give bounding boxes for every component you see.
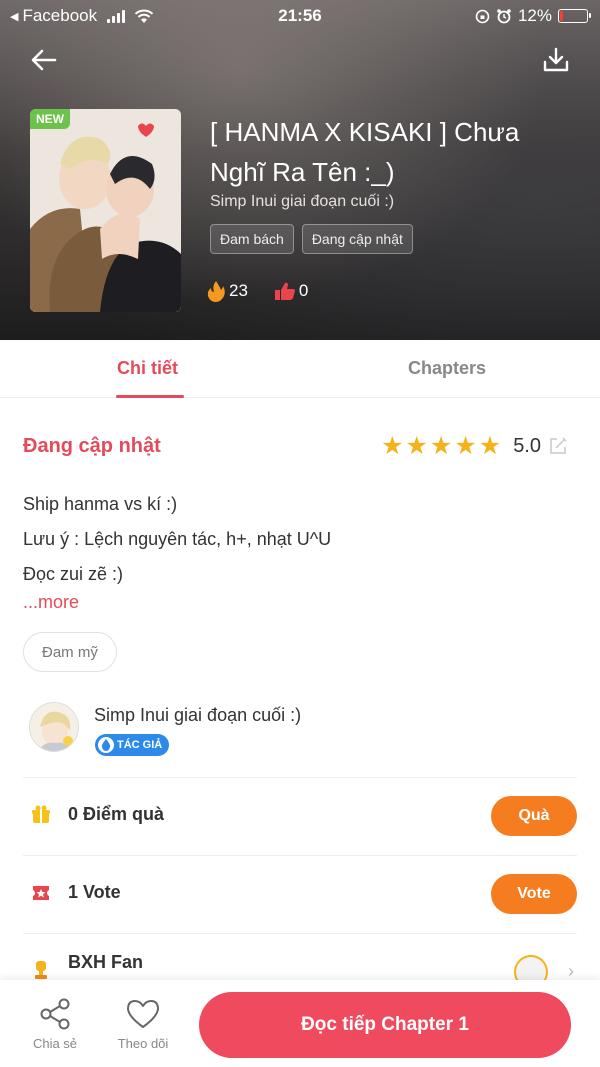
description-line: Đọc zui zẽ :) — [23, 564, 124, 584]
author-badge-label: TÁC GIẢ — [117, 739, 163, 751]
story-description: Ship hanma vs kí :) Lưu ý : Lệch nguyên … — [23, 487, 331, 592]
orientation-lock-icon — [475, 9, 490, 23]
trophy-icon — [35, 961, 47, 979]
bottom-action-bar: Chia sẻ Theo dõi Đọc tiếp Chapter 1 — [0, 980, 600, 1067]
new-badge: NEW — [30, 109, 70, 129]
rating[interactable]: ★ ★ ★ ★ ★ 5.0 — [381, 433, 568, 459]
follow-button[interactable]: Theo dõi — [112, 998, 174, 1051]
droplet-icon — [98, 737, 114, 753]
heart-icon — [127, 1000, 159, 1028]
star-icon: ★ — [381, 432, 404, 460]
battery-percent: 12% — [517, 6, 552, 25]
author-card[interactable]: Simp Inui giai đoạn cuối :) TÁC GIẢ — [0, 690, 600, 778]
gift-row: 0 Điểm quà Quà — [0, 777, 600, 855]
story-stats: 23 0 — [206, 280, 308, 302]
read-more-link[interactable]: ...more — [23, 592, 79, 613]
fire-icon — [207, 281, 225, 302]
gift-button[interactable]: Quà — [491, 796, 577, 836]
likes-count: 23 — [229, 281, 248, 300]
continue-reading-button[interactable]: Đọc tiếp Chapter 1 — [199, 992, 571, 1058]
tab-bar: Chi tiết Chapters — [0, 340, 600, 398]
divider — [23, 933, 577, 934]
rating-value: 5.0 — [513, 434, 541, 457]
cover-illustration — [30, 109, 181, 312]
tag-status[interactable]: Đang cập nhật — [301, 224, 413, 254]
status-bar: ◀ Facebook 21:56 12% — [0, 0, 600, 32]
dislikes-stat[interactable]: 0 — [274, 281, 308, 301]
fan-ranking-row[interactable]: BXH Fan › — [0, 935, 600, 989]
likes-stat[interactable]: 23 — [206, 280, 248, 302]
edit-rating-icon[interactable] — [548, 436, 568, 456]
star-icon: ★ — [454, 432, 477, 460]
story-title: [ HANMA X KISAKI ] Chưa Nghĩ Ra Tên :_) — [210, 117, 520, 187]
thumbs-down-icon — [274, 282, 295, 300]
description-line: Ship hanma vs kí :) — [23, 494, 178, 514]
vote-button[interactable]: Vote — [491, 874, 577, 914]
dislikes-count: 0 — [298, 281, 309, 300]
gift-icon — [32, 805, 50, 823]
share-button[interactable]: Chia sẻ — [28, 998, 82, 1051]
story-cover-image[interactable]: NEW — [30, 109, 181, 312]
battery-level — [560, 11, 563, 21]
avatar[interactable] — [29, 702, 79, 752]
alarm-icon — [497, 9, 511, 24]
gift-points-label: 0 Điểm quà — [68, 804, 165, 824]
story-header: ◀ Facebook 21:56 12% NEW [HANMA X KISAK… — [0, 0, 600, 340]
tab-details[interactable]: Chi tiết — [117, 358, 178, 379]
genre-chip[interactable]: Đam mỹ — [23, 632, 117, 672]
author-name[interactable]: Simp Inui giai đoạn cuối :) — [94, 705, 301, 726]
story-author[interactable]: Simp Inui giai đoạn cuối :) — [210, 193, 394, 211]
author-badge: TÁC GIẢ — [95, 734, 170, 756]
vote-ticket-icon — [33, 886, 49, 900]
chevron-right-icon: › — [568, 961, 574, 981]
share-label: Chia sẻ — [32, 1036, 78, 1051]
vote-row: 1 Vote Vote — [0, 855, 600, 933]
fan-ranking-label: BXH Fan — [68, 952, 144, 972]
share-icon — [40, 998, 70, 1030]
active-tab-indicator — [116, 395, 184, 398]
star-icon: ★ — [405, 432, 428, 460]
tag-genre[interactable]: Đam bách — [210, 224, 294, 254]
vote-count-label: 1 Vote — [68, 882, 121, 902]
battery-icon — [558, 9, 591, 23]
star-icon: ★ — [429, 432, 453, 460]
story-tags: Đam bách Đang cập nhật — [210, 224, 413, 254]
back-arrow-icon[interactable] — [28, 44, 60, 76]
tab-chapters[interactable]: Chapters — [408, 358, 486, 379]
story-status: Đang cập nhật — [23, 435, 161, 457]
description-line: Lưu ý : Lệch nguyên tác, h+, nhạt U^U — [23, 529, 332, 549]
star-icon: ★ — [478, 432, 502, 460]
download-icon[interactable] — [540, 44, 572, 76]
status-right: 12% — [475, 6, 591, 26]
follow-label: Theo dõi — [117, 1036, 169, 1051]
